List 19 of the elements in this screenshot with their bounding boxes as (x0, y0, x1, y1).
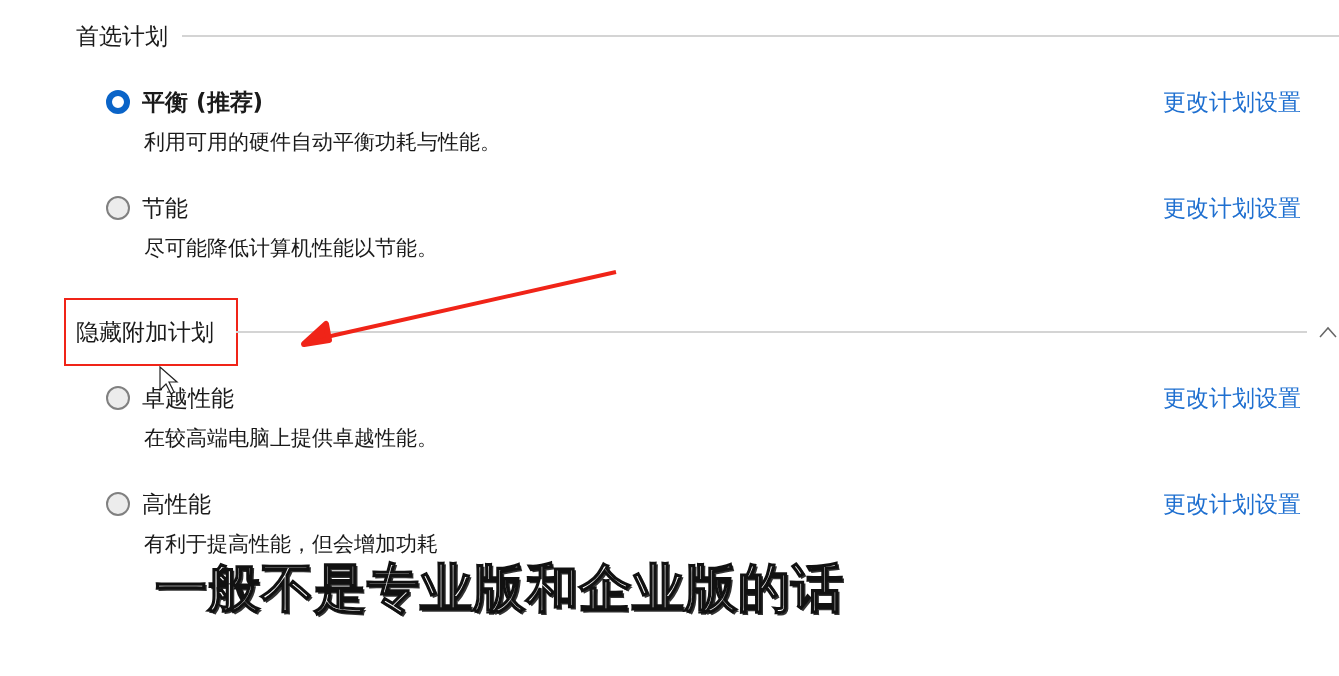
radio-button[interactable] (106, 386, 130, 410)
radio-button[interactable] (106, 90, 130, 114)
change-plan-settings-link[interactable]: 更改计划设置 (1163, 86, 1301, 118)
change-plan-settings-link[interactable]: 更改计划设置 (1163, 488, 1301, 520)
video-subtitle: 一般不是专业版和企业版的话 (155, 557, 844, 620)
section-title: 首选计划 (76, 22, 169, 51)
plan-description: 尽可能降低计算机性能以节能。 (143, 235, 439, 262)
plan-description: 在较高端电脑上提供卓越性能。 (143, 425, 439, 452)
change-plan-settings-link[interactable]: 更改计划设置 (1163, 192, 1301, 224)
collapse-caret-icon[interactable] (1319, 326, 1337, 338)
change-plan-settings-link[interactable]: 更改计划设置 (1163, 382, 1301, 414)
plan-name: 平衡 (推荐) (142, 87, 265, 117)
plan-description: 利用可用的硬件自动平衡功耗与性能。 (143, 129, 502, 156)
plan-name: 节能 (142, 193, 189, 223)
radio-button[interactable] (106, 196, 130, 220)
section-title: 隐藏附加计划 (66, 300, 236, 364)
radio-button[interactable] (106, 492, 130, 516)
plan-description: 有利于提高性能，但会增加功耗 (143, 531, 439, 558)
plan-name: 高性能 (142, 489, 212, 519)
